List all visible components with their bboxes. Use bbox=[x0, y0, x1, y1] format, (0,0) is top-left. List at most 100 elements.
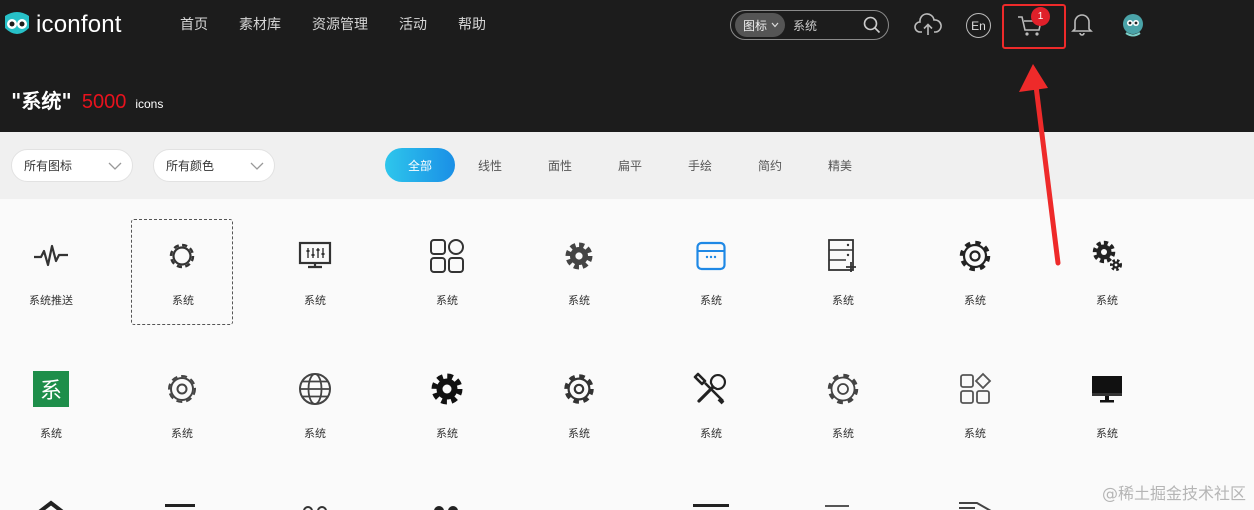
bell-icon[interactable] bbox=[1069, 10, 1095, 38]
gear-hex-icon bbox=[162, 369, 202, 409]
search-icon[interactable] bbox=[863, 16, 881, 34]
search-box: 图标 bbox=[730, 10, 889, 40]
icon-card-label: 系统 bbox=[40, 427, 62, 440]
xi-badge-icon: 系 bbox=[31, 369, 71, 409]
icon-card[interactable]: 系 系统 bbox=[0, 352, 102, 458]
gear-thin-icon bbox=[823, 369, 863, 409]
cart-count-badge: 1 bbox=[1031, 7, 1050, 26]
nav-item-help[interactable]: 帮助 bbox=[458, 15, 486, 35]
page-title: "系统" 5000 icons bbox=[11, 85, 163, 114]
gear-outline-icon bbox=[162, 236, 202, 276]
icon-type-select[interactable]: 所有图标 bbox=[11, 149, 133, 182]
app-grid-icon bbox=[427, 236, 467, 276]
gear-filled-icon bbox=[559, 236, 599, 276]
nav-item-library[interactable]: 素材库 bbox=[239, 15, 281, 35]
icon-card[interactable] bbox=[264, 495, 366, 510]
icon-card[interactable]: 系统 bbox=[660, 352, 762, 458]
search-query-title: "系统" bbox=[11, 89, 72, 113]
chevron-down-icon bbox=[108, 162, 122, 170]
nav-item-resources[interactable]: 资源管理 bbox=[312, 15, 368, 35]
tools-icon bbox=[691, 369, 731, 409]
icon-card-label: 系统 bbox=[1096, 427, 1118, 440]
filter-bar: 所有图标 所有颜色 全部 线性 面性 扁平 手绘 简约 精美 bbox=[0, 132, 1254, 199]
tab-filled[interactable]: 面性 bbox=[525, 157, 595, 174]
color-select-value: 所有颜色 bbox=[166, 159, 215, 173]
icon-card-label: 系统 bbox=[700, 427, 722, 440]
icon-card[interactable] bbox=[660, 495, 762, 510]
icon-card[interactable] bbox=[0, 495, 102, 510]
globe-icon bbox=[295, 369, 335, 409]
icon-card[interactable]: 系统 bbox=[528, 352, 630, 458]
tab-fine[interactable]: 精美 bbox=[805, 157, 875, 174]
upload-icon[interactable] bbox=[914, 12, 942, 38]
icon-card[interactable]: 系统 bbox=[264, 219, 366, 325]
chevron-down-icon bbox=[250, 162, 264, 170]
cog-outline-icon bbox=[955, 236, 995, 276]
search-scope-label: 图标 bbox=[743, 18, 768, 33]
tab-hand-drawn[interactable]: 手绘 bbox=[665, 157, 735, 174]
icon-card-label: 系统 bbox=[436, 294, 458, 307]
nav-item-home[interactable]: 首页 bbox=[180, 15, 208, 35]
chevron-down-icon bbox=[771, 22, 779, 28]
tab-linear[interactable]: 线性 bbox=[455, 157, 525, 174]
icon-card[interactable]: 系统 bbox=[924, 219, 1026, 325]
icon-card[interactable] bbox=[924, 495, 1026, 510]
xi-badge-glyph: 系 bbox=[33, 371, 69, 407]
watermark: @稀土掘金技术社区 bbox=[1101, 484, 1246, 503]
gears-icon bbox=[1087, 236, 1127, 276]
icon-card-label: 系统 bbox=[568, 427, 590, 440]
icon-card-label: 系统 bbox=[171, 427, 193, 440]
icon-card-label: 系统 bbox=[172, 294, 194, 307]
icon-card-label: 系统 bbox=[436, 427, 458, 440]
icon-card[interactable] bbox=[396, 495, 498, 510]
icon-card[interactable]: 系统 bbox=[924, 352, 1026, 458]
icon-card[interactable]: 系统 bbox=[660, 219, 762, 325]
search-input[interactable] bbox=[793, 18, 858, 32]
result-count: 5000 bbox=[81, 91, 127, 113]
icon-card-label: 系统 bbox=[964, 294, 986, 307]
avatar[interactable] bbox=[1120, 12, 1146, 38]
gear-round-icon bbox=[559, 369, 599, 409]
tab-simple[interactable]: 简约 bbox=[735, 157, 805, 174]
logo-mark-icon bbox=[5, 12, 29, 34]
four-squares-icon bbox=[955, 369, 995, 409]
icon-card[interactable] bbox=[792, 495, 894, 510]
icon-card[interactable]: 系统 bbox=[528, 219, 630, 325]
top-navigation-bar: iconfont 首页 素材库 资源管理 活动 帮助 图标 En 1 "系统" … bbox=[0, 0, 1254, 132]
search-scope-select[interactable]: 图标 bbox=[735, 13, 786, 37]
monitor-sliders-icon bbox=[295, 236, 335, 276]
icon-card[interactable]: 系统 bbox=[396, 219, 498, 325]
nav-item-activity[interactable]: 活动 bbox=[399, 15, 427, 35]
result-unit: icons bbox=[135, 97, 164, 111]
server-add-icon bbox=[823, 236, 863, 276]
icon-card[interactable]: 系统 bbox=[792, 219, 894, 325]
icon-card-label: 系统推送 bbox=[29, 294, 73, 307]
style-tabs: 全部 线性 面性 扁平 手绘 简约 精美 bbox=[385, 148, 875, 182]
color-select[interactable]: 所有颜色 bbox=[153, 149, 275, 182]
icon-card-selected[interactable]: 系统 bbox=[131, 219, 233, 325]
icon-card[interactable]: 系统 bbox=[792, 352, 894, 458]
icon-card-label: 系统 bbox=[832, 427, 854, 440]
icon-card-label: 系统 bbox=[568, 294, 590, 307]
icon-card[interactable]: 系统推送 bbox=[0, 219, 102, 325]
gear-solid-icon bbox=[427, 369, 467, 409]
icon-card[interactable]: 系统 bbox=[1056, 219, 1158, 325]
logo-text: iconfont bbox=[36, 11, 122, 38]
icon-card-label: 系统 bbox=[700, 294, 722, 307]
iconfont-logo[interactable]: iconfont bbox=[2, 10, 122, 40]
icon-card-label: 系统 bbox=[1096, 294, 1118, 307]
icon-card-label: 系统 bbox=[304, 427, 326, 440]
icon-card-label: 系统 bbox=[304, 294, 326, 307]
tab-flat[interactable]: 扁平 bbox=[595, 157, 665, 174]
tab-all[interactable]: 全部 bbox=[385, 148, 455, 182]
icon-card[interactable]: 系统 bbox=[396, 352, 498, 458]
icon-card[interactable]: 系统 bbox=[264, 352, 366, 458]
main-nav: 首页 素材库 资源管理 活动 帮助 bbox=[180, 15, 517, 35]
language-switch-button[interactable]: En bbox=[966, 13, 991, 38]
pulse-icon bbox=[31, 236, 71, 276]
icon-card[interactable] bbox=[131, 495, 233, 510]
icon-card-label: 系统 bbox=[832, 294, 854, 307]
icon-card[interactable]: 系统 bbox=[1056, 352, 1158, 458]
icon-card[interactable]: 系统 bbox=[131, 352, 233, 458]
desktop-icon bbox=[1087, 369, 1127, 409]
